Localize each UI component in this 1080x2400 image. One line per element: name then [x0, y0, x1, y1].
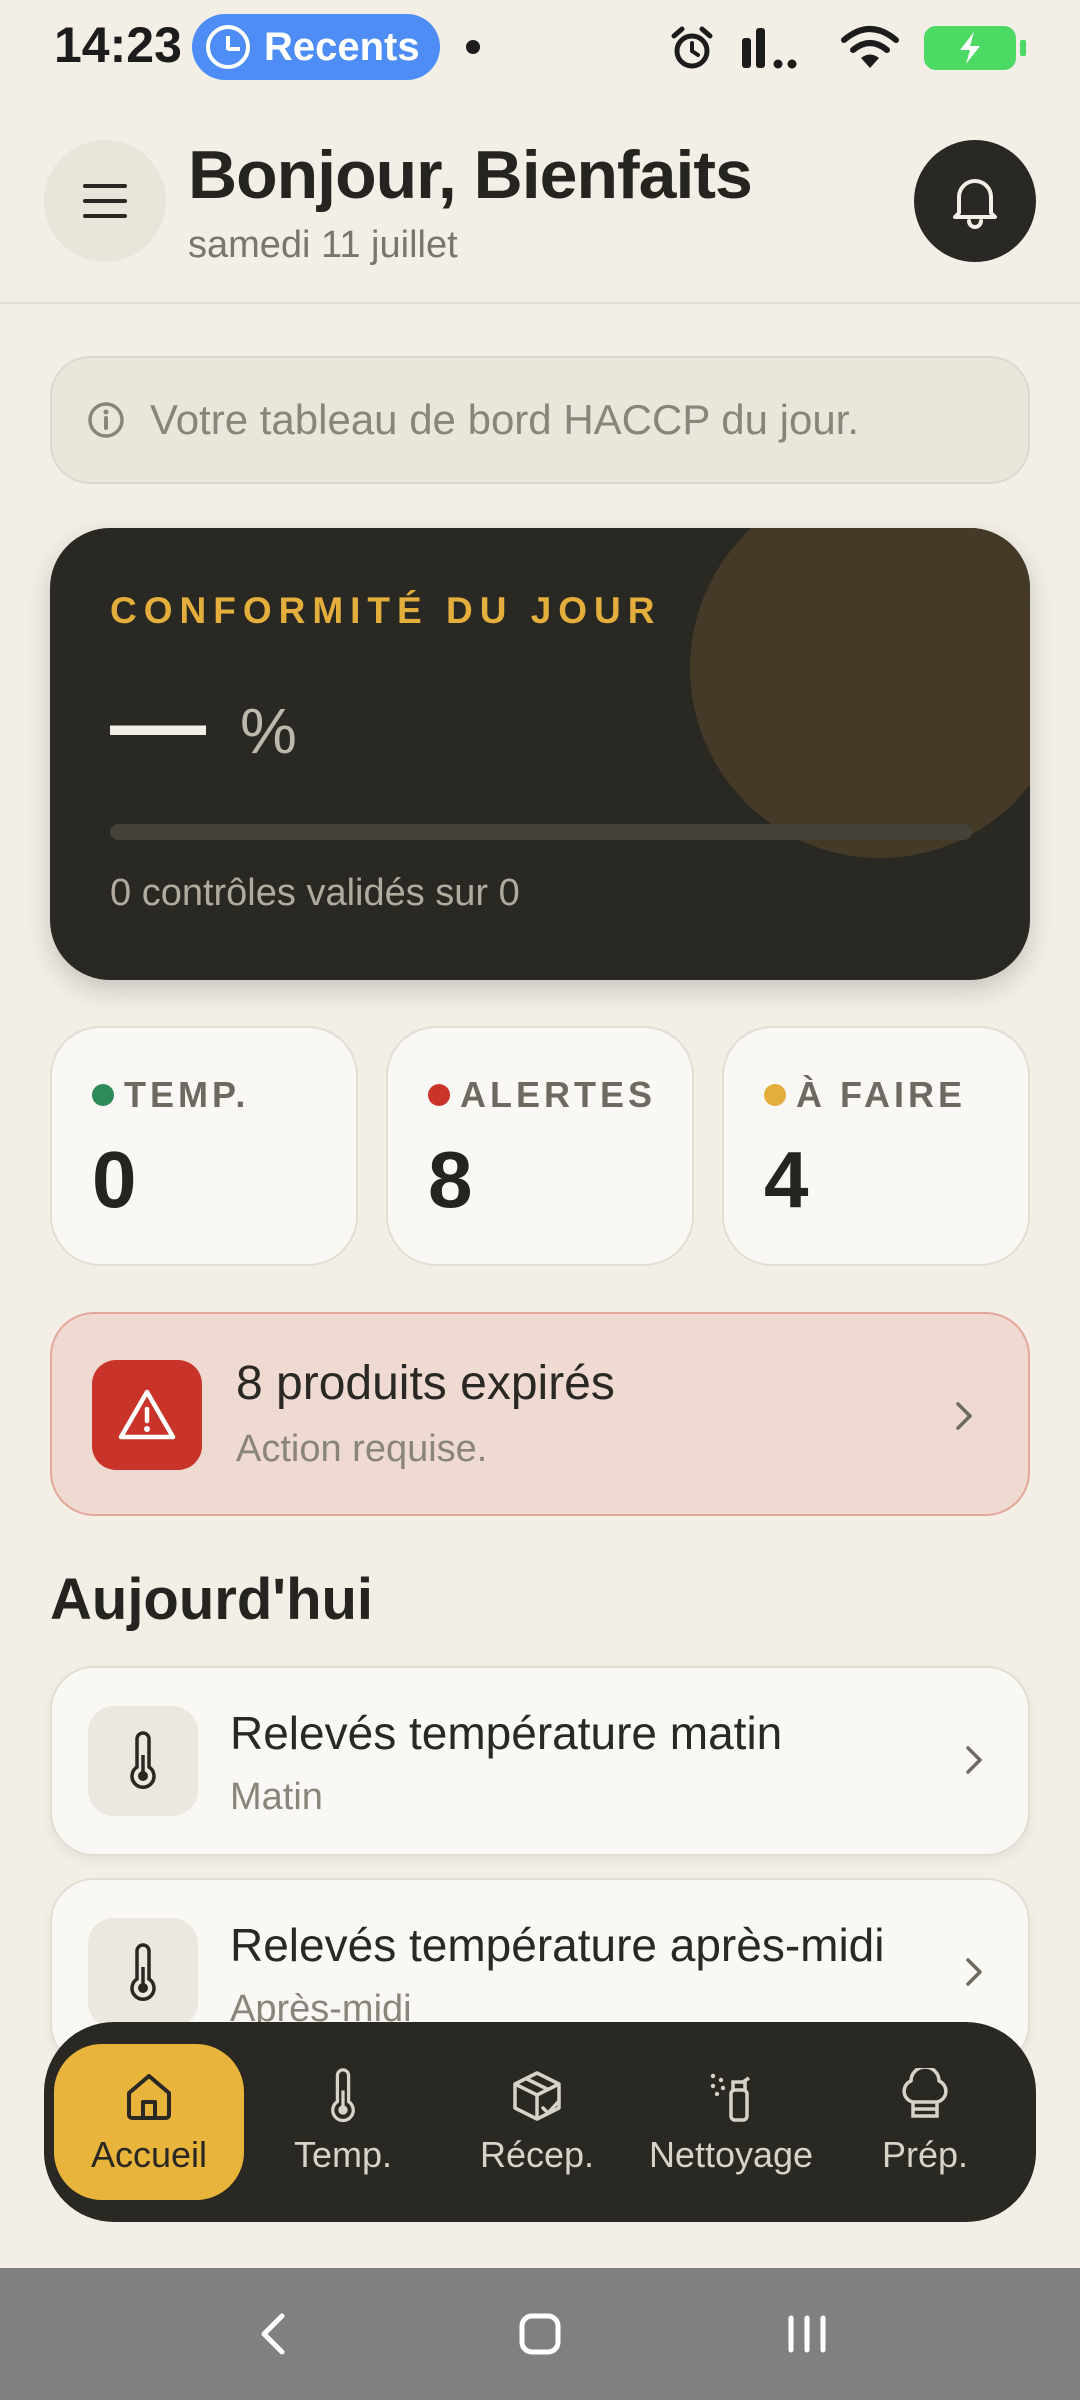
system-recents-button[interactable]: [767, 2294, 847, 2374]
task-subtitle: Matin: [230, 1776, 323, 1818]
alert-title: 8 produits expirés: [236, 1357, 615, 1410]
stat-card-temp[interactable]: TEMP. 0: [50, 1026, 358, 1266]
bottom-nav: Accueil Temp. Récep. Nettoyage Prép.: [44, 2022, 1036, 2222]
status-time: 14:23: [54, 17, 182, 73]
nav-item-preparation[interactable]: Prép.: [830, 2044, 1020, 2200]
compliance-card: CONFORMITÉ DU JOUR — % 0 contrôles valid…: [50, 528, 1030, 980]
bell-icon: [953, 179, 997, 229]
section-title-today: Aujourd'hui: [50, 1567, 374, 1632]
compliance-unit: %: [240, 695, 297, 767]
nav-item-nettoyage[interactable]: Nettoyage: [636, 2044, 826, 2200]
nav-item-temp[interactable]: Temp.: [248, 2044, 438, 2200]
system-home-button[interactable]: [500, 2294, 580, 2374]
signal-icon: [742, 28, 797, 69]
decorative-circle: [690, 528, 1030, 858]
recents-pill[interactable]: Recents: [192, 14, 440, 80]
notifications-button[interactable]: [914, 140, 1036, 262]
system-nav-bar: [0, 2268, 1080, 2400]
warning-icon: [92, 1360, 202, 1470]
stat-card-alerts[interactable]: ALERTES 8: [386, 1026, 694, 1266]
task-item[interactable]: Relevés température matin Matin: [50, 1666, 1030, 1856]
status-bar: 14:23 Recents: [0, 0, 1080, 96]
menu-button[interactable]: [44, 140, 166, 262]
thermometer-icon: [325, 2068, 361, 2124]
stat-label: ALERTES: [460, 1074, 657, 1115]
nav-label: Nettoyage: [648, 2134, 814, 2175]
header: Bonjour, Bienfaits samedi 11 juillet: [0, 118, 1080, 304]
nav-item-reception[interactable]: Récep.: [442, 2044, 632, 2200]
nav-label: Prép.: [881, 2134, 969, 2175]
page-title: Bonjour, Bienfaits: [188, 137, 753, 213]
thermometer-icon: [88, 1918, 198, 2028]
info-banner: Votre tableau de bord HACCP du jour.: [50, 356, 1030, 484]
compliance-label: CONFORMITÉ DU JOUR: [110, 590, 662, 631]
stat-value: 8: [428, 1135, 473, 1224]
stat-card-todo[interactable]: À FAIRE 4: [722, 1026, 1030, 1266]
task-title: Relevés température après-midi: [230, 1919, 885, 1971]
thermometer-icon: [88, 1706, 198, 1816]
menu-icon: [83, 184, 127, 218]
info-text: Votre tableau de bord HACCP du jour.: [150, 396, 860, 443]
nav-label: Récep.: [479, 2134, 595, 2175]
nav-label: Accueil: [90, 2134, 208, 2175]
clock-icon: [206, 25, 250, 69]
spray-icon: [703, 2068, 759, 2124]
stat-dot-alerts: [428, 1084, 450, 1106]
notification-dot: [466, 40, 480, 54]
stat-label: TEMP.: [124, 1074, 250, 1115]
chevron-right-icon: [966, 1958, 982, 1986]
home-icon: [122, 2068, 176, 2124]
stat-dot-temp: [92, 1084, 114, 1106]
recents-label: Recents: [264, 24, 420, 69]
info-icon: [88, 402, 124, 438]
compliance-caption: 0 contrôles validés sur 0: [110, 872, 520, 914]
box-check-icon: [509, 2068, 565, 2124]
stat-value: 0: [92, 1135, 137, 1224]
compliance-progress-bar: [110, 824, 972, 840]
alarm-icon: [671, 26, 713, 69]
chevron-right-icon: [966, 1746, 982, 1774]
nav-label: Temp.: [293, 2134, 393, 2175]
expired-products-alert[interactable]: 8 produits expirés Action requise.: [50, 1312, 1030, 1516]
page-date: samedi 11 juillet: [188, 224, 458, 266]
home-square-icon: [519, 2313, 561, 2355]
battery-icon: [924, 26, 1026, 70]
stat-dot-todo: [764, 1084, 786, 1106]
chef-hat-icon: [897, 2068, 953, 2124]
chevron-right-icon: [956, 1402, 972, 1430]
compliance-value: —: [110, 670, 206, 777]
alert-subtitle: Action requise.: [236, 1428, 488, 1470]
stat-label: À FAIRE: [796, 1074, 967, 1115]
recents-icon: [788, 2315, 826, 2353]
nav-item-accueil[interactable]: Accueil: [54, 2044, 244, 2200]
task-title: Relevés température matin: [230, 1707, 783, 1759]
system-back-button[interactable]: [233, 2294, 313, 2374]
stat-value: 4: [764, 1135, 809, 1224]
wifi-icon: [841, 26, 899, 68]
back-icon: [261, 2313, 285, 2355]
